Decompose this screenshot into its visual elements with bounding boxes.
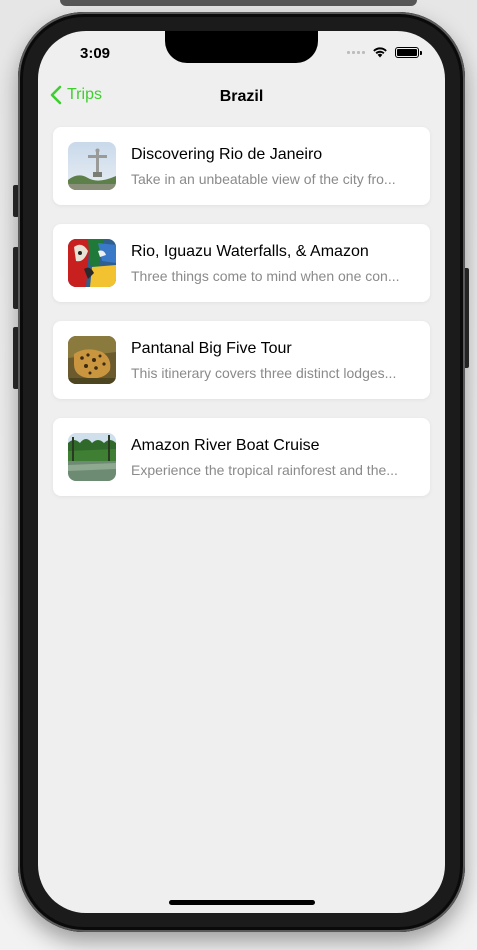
trip-card-pantanal[interactable]: Pantanal Big Five Tour This itinerary co…	[53, 321, 430, 399]
trip-description: This itinerary covers three distinct lod…	[131, 365, 397, 381]
battery-icon	[395, 46, 422, 58]
phone-screen: 3:09 Trips Brazil Discovering Rio de Jan…	[38, 31, 445, 913]
trip-title: Amazon River Boat Cruise	[131, 437, 320, 454]
navigation-bar: Trips Brazil	[38, 83, 445, 113]
wifi-icon	[372, 46, 388, 58]
previous-device-edge	[60, 0, 417, 6]
trip-description: Three things come to mind when one con..…	[131, 268, 400, 284]
trip-description: Experience the tropical rainforest and t…	[131, 462, 398, 478]
device-stage: 3:09 Trips Brazil Discovering Rio de Jan…	[0, 0, 477, 950]
trip-title: Discovering Rio de Janeiro	[131, 146, 323, 163]
trip-description: Take in an unbeatable view of the city f…	[131, 171, 396, 187]
jaguar-image	[68, 336, 116, 384]
trip-title: Rio, Iguazu Waterfalls, & Amazon	[131, 243, 369, 260]
page-title: Brazil	[219, 88, 264, 105]
christ-the-redeemer-image	[68, 142, 116, 190]
cellular-signal-icon	[347, 50, 365, 54]
trip-title: Pantanal Big Five Tour	[131, 340, 292, 357]
notch	[165, 31, 318, 63]
trip-card-amazon[interactable]: Amazon River Boat Cruise Experience the …	[53, 418, 430, 496]
trip-card-iguazu[interactable]: Rio, Iguazu Waterfalls, & Amazon Three t…	[53, 224, 430, 302]
amazon-river-image	[68, 433, 116, 481]
trip-list: Discovering Rio de Janeiro Take in an un…	[53, 127, 430, 515]
trip-card-rio[interactable]: Discovering Rio de Janeiro Take in an un…	[53, 127, 430, 205]
status-time: 3:09	[80, 45, 111, 62]
status-indicators	[347, 46, 422, 58]
macaw-parrots-image	[68, 239, 116, 287]
home-indicator[interactable]	[169, 900, 315, 905]
